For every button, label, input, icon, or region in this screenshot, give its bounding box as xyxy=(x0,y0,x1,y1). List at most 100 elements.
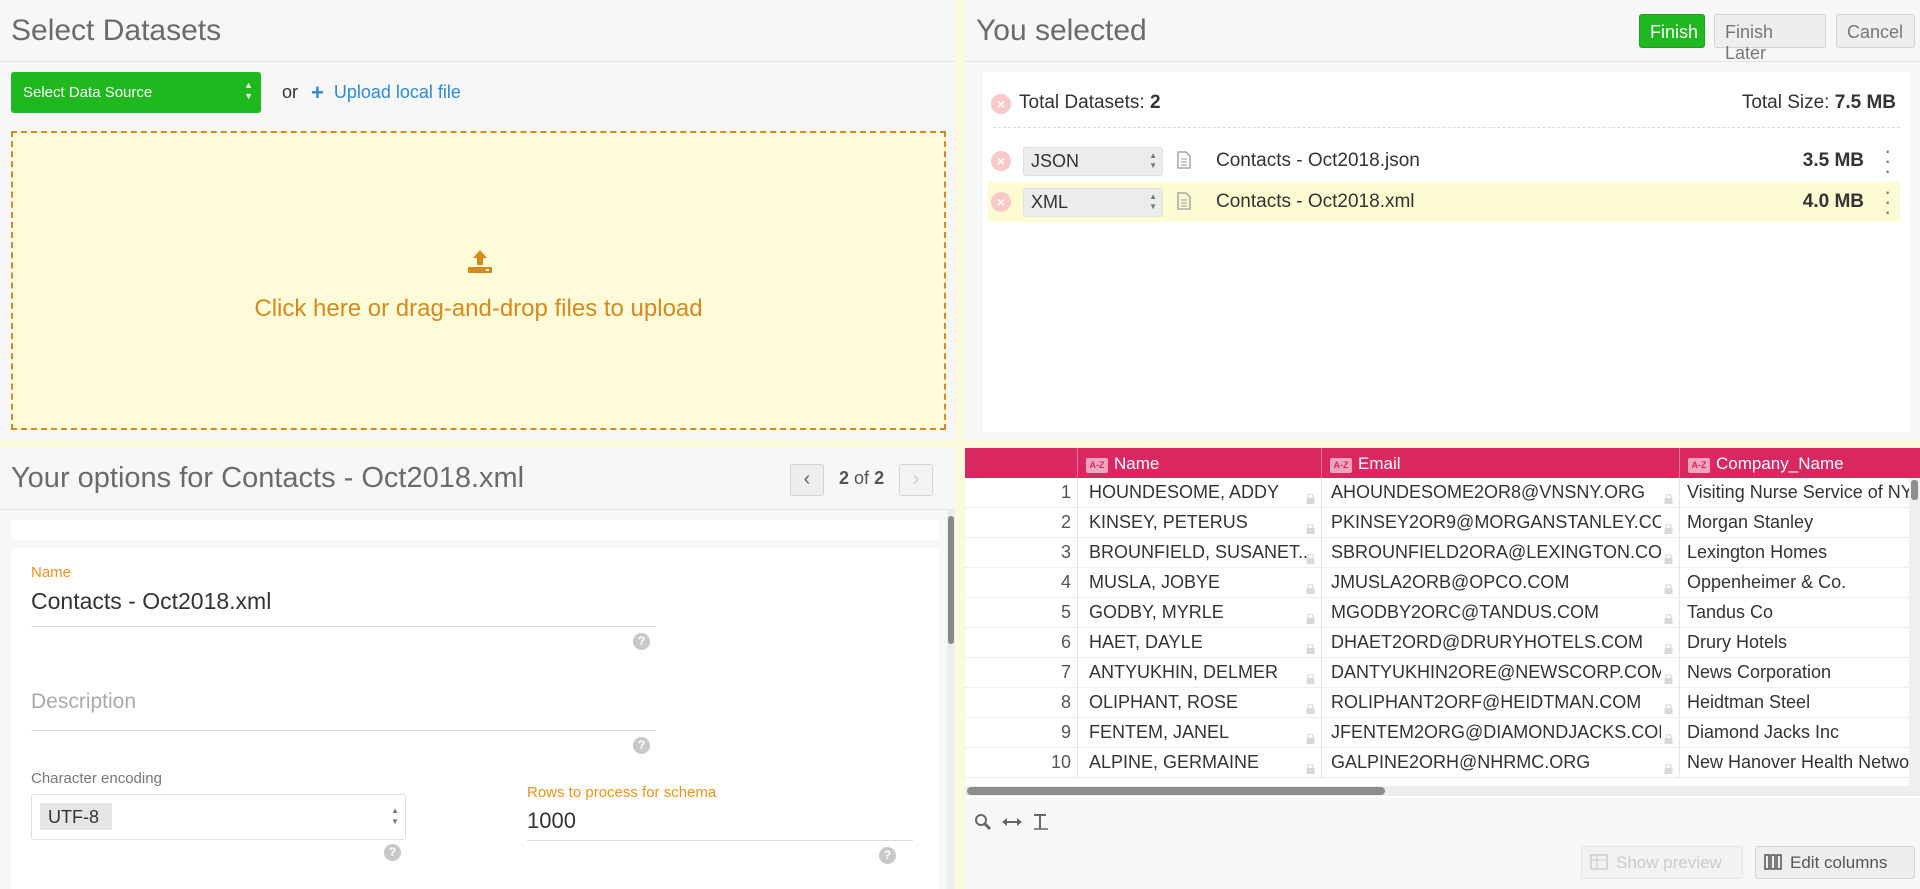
cell-email[interactable]: DHAET2ORD@DRURYHOTELS.COM xyxy=(1331,628,1661,658)
table-horizontal-scrollbar[interactable] xyxy=(965,786,1920,796)
scrollbar-thumb[interactable] xyxy=(948,516,954,644)
lock-icon xyxy=(1664,578,1673,594)
cell-name[interactable]: KINSEY, PETERUS xyxy=(1089,508,1307,538)
row-number: 8 xyxy=(1060,692,1071,712)
kebab-icon[interactable]: · · · xyxy=(1884,181,1891,223)
table-row[interactable]: 5 GODBY, MYRLE MGODBY2ORC@TANDUS.COM Tandus… xyxy=(965,598,1913,628)
cancel-button[interactable]: Cancel xyxy=(1836,14,1915,48)
name-label: Name xyxy=(31,564,72,581)
chevron-left-icon[interactable]: ‹ xyxy=(790,464,824,496)
remove-dataset-close-circle-icon[interactable]: × xyxy=(991,151,1011,171)
description-input[interactable]: Description xyxy=(31,690,136,714)
cell-company[interactable]: Tandus Co xyxy=(1687,598,1920,628)
chevron-right-icon[interactable]: › xyxy=(899,464,933,496)
text-format-icon[interactable] xyxy=(1031,812,1051,832)
format-select[interactable]: XML ▲ ▼ xyxy=(1023,188,1163,217)
az-type-icon: A-Z xyxy=(1086,458,1108,473)
column-header-company[interactable]: A-Z Company_Name xyxy=(1679,448,1920,478)
lock-icon xyxy=(1664,758,1673,774)
options-scrollbar[interactable] xyxy=(947,510,955,889)
cell-email[interactable]: JFENTEM2ORG@DIAMONDJACKS.COM xyxy=(1331,718,1661,748)
table-row[interactable]: 7 ANTYUKHIN, DELMER DANTYUKHIN2ORE@NEWSCOR… xyxy=(965,658,1913,688)
cell-company[interactable]: News Corporation xyxy=(1687,658,1920,688)
cell-name[interactable]: MUSLA, JOBYE xyxy=(1089,568,1307,598)
cell-email[interactable]: SBROUNFIELD2ORA@LEXINGTON.COM xyxy=(1331,538,1661,568)
resize-horizontal-icon[interactable] xyxy=(1001,812,1023,832)
help-icon[interactable]: ? xyxy=(633,633,650,650)
cell-name[interactable]: ANTYUKHIN, DELMER xyxy=(1089,658,1307,688)
name-input[interactable]: Contacts - Oct2018.xml xyxy=(31,588,271,615)
select-datasets-title: Select Datasets xyxy=(11,14,222,47)
cell-company[interactable]: Visiting Nurse Service of NY xyxy=(1687,478,1920,508)
table-vertical-scrollbar[interactable] xyxy=(1909,478,1920,786)
table-row[interactable]: 8 OLIPHANT, ROSE ROLIPHANT2ORF@HEIDTMAN.CO… xyxy=(965,688,1913,718)
cell-company[interactable]: Oppenheimer & Co. xyxy=(1687,568,1920,598)
kebab-icon[interactable]: · · · xyxy=(1884,140,1891,182)
upload-local-file-link[interactable]: + Upload local file xyxy=(311,80,461,106)
cell-name[interactable]: HOUNDESOME, ADDY xyxy=(1089,478,1307,508)
cell-name[interactable]: OLIPHANT, ROSE xyxy=(1089,688,1307,718)
show-preview-button[interactable]: Show preview xyxy=(1581,846,1743,879)
cell-company[interactable]: Heidtman Steel xyxy=(1687,688,1920,718)
remove-all-close-circle-icon[interactable]: × xyxy=(991,94,1011,114)
cell-email[interactable]: DANTYUKHIN2ORE@NEWSCORP.COM xyxy=(1331,658,1661,688)
cell-email[interactable]: PKINSEY2OR9@MORGANSTANLEY.COM xyxy=(1331,508,1661,538)
cell-email[interactable]: GALPINE2ORH@NHRMC.ORG xyxy=(1331,748,1661,778)
pager-of: of xyxy=(854,468,870,488)
edit-columns-button[interactable]: Edit columns xyxy=(1755,846,1915,879)
table-row[interactable]: 6 HAET, DAYLE DHAET2ORD@DRURYHOTELS.COM Dru… xyxy=(965,628,1913,658)
upload-dropzone[interactable]: Click here or drag-and-drop files to upl… xyxy=(11,131,946,430)
scrollbar-thumb[interactable] xyxy=(1911,480,1918,500)
encoding-value: UTF-8 xyxy=(40,803,112,830)
table-header: A-Z Name A-Z Email A-Z Company_Name xyxy=(965,448,1920,478)
columns-icon xyxy=(1764,854,1782,870)
options-form: Name Contacts - Oct2018.xml ? Descriptio… xyxy=(11,548,939,889)
cell-name[interactable]: ALPINE, GERMAINE xyxy=(1089,748,1307,778)
table-row[interactable]: 1 HOUNDESOME, ADDY AHOUNDESOME2OR8@VNSNY.O… xyxy=(965,478,1913,508)
chevron-updown-icon: ▲ ▼ xyxy=(391,806,399,826)
help-icon[interactable]: ? xyxy=(633,737,650,754)
row-number: 4 xyxy=(1060,572,1071,592)
table-row[interactable]: 2 KINSEY, PETERUS PKINSEY2OR9@MORGANSTANLE… xyxy=(965,508,1913,538)
table-row[interactable]: 4 MUSLA, JOBYE JMUSLA2ORB@OPCO.COM Oppenhei… xyxy=(965,568,1913,598)
column-header-name[interactable]: A-Z Name xyxy=(1077,448,1321,478)
table-row[interactable]: 3 BROUNFIELD, SUSANET... SBROUNFIELD2ORA@L… xyxy=(965,538,1913,568)
column-header-email[interactable]: A-Z Email xyxy=(1321,448,1679,478)
or-text: or xyxy=(282,82,299,102)
cell-company[interactable]: Diamond Jacks Inc xyxy=(1687,718,1920,748)
total-size: Total Size: 7.5 MB xyxy=(1742,92,1896,114)
remove-dataset-close-circle-icon[interactable]: × xyxy=(991,192,1011,212)
help-icon[interactable]: ? xyxy=(879,847,896,864)
finish-button[interactable]: Finish xyxy=(1639,14,1705,48)
dataset-row-active[interactable]: × XML ▲ ▼ Contacts - Oct2018.xml 4.0 MB ·… xyxy=(988,181,1900,223)
scrollbar-thumb[interactable] xyxy=(967,787,1385,795)
rows-input[interactable]: 1000 xyxy=(527,808,576,834)
cell-company[interactable]: Morgan Stanley xyxy=(1687,508,1920,538)
table-row[interactable]: 9 FENTEM, JANEL JFENTEM2ORG@DIAMONDJACKS.C… xyxy=(965,718,1913,748)
cell-email[interactable]: MGODBY2ORC@TANDUS.COM xyxy=(1331,598,1661,628)
cell-name[interactable]: BROUNFIELD, SUSANET... xyxy=(1089,538,1307,568)
cell-name[interactable]: HAET, DAYLE xyxy=(1089,628,1307,658)
cell-email[interactable]: AHOUNDESOME2OR8@VNSNY.ORG xyxy=(1331,478,1661,508)
help-icon[interactable]: ? xyxy=(384,844,401,861)
row-number: 10 xyxy=(1050,752,1071,772)
data-source-select[interactable]: Select Data Source ▲ ▼ xyxy=(11,72,261,113)
row-number: 6 xyxy=(1060,632,1071,652)
cell-company[interactable]: New Hanover Health Netwo xyxy=(1687,748,1920,778)
divider xyxy=(0,509,955,510)
cell-email[interactable]: ROLIPHANT2ORF@HEIDTMAN.COM xyxy=(1331,688,1661,718)
cell-company[interactable]: Drury Hotels xyxy=(1687,628,1920,658)
cell-name[interactable]: FENTEM, JANEL xyxy=(1089,718,1307,748)
lock-icon xyxy=(1306,638,1315,654)
cell-email[interactable]: JMUSLA2ORB@OPCO.COM xyxy=(1331,568,1661,598)
cell-company[interactable]: Lexington Homes xyxy=(1687,538,1920,568)
dataset-row[interactable]: × JSON ▲ ▼ Contacts - Oct2018.json 3.5 MB… xyxy=(988,140,1900,182)
table-row[interactable]: 10 ALPINE, GERMAINE GALPINE2ORH@NHRMC.ORG N… xyxy=(965,748,1913,778)
format-select[interactable]: JSON ▲ ▼ xyxy=(1023,147,1163,176)
lock-icon xyxy=(1664,638,1673,654)
encoding-select[interactable]: UTF-8 ▲ ▼ xyxy=(31,794,406,840)
search-icon[interactable] xyxy=(973,812,993,832)
finish-later-button[interactable]: Finish Later xyxy=(1714,14,1826,63)
dataset-size: 4.0 MB xyxy=(1802,191,1864,212)
cell-name[interactable]: GODBY, MYRLE xyxy=(1089,598,1307,628)
